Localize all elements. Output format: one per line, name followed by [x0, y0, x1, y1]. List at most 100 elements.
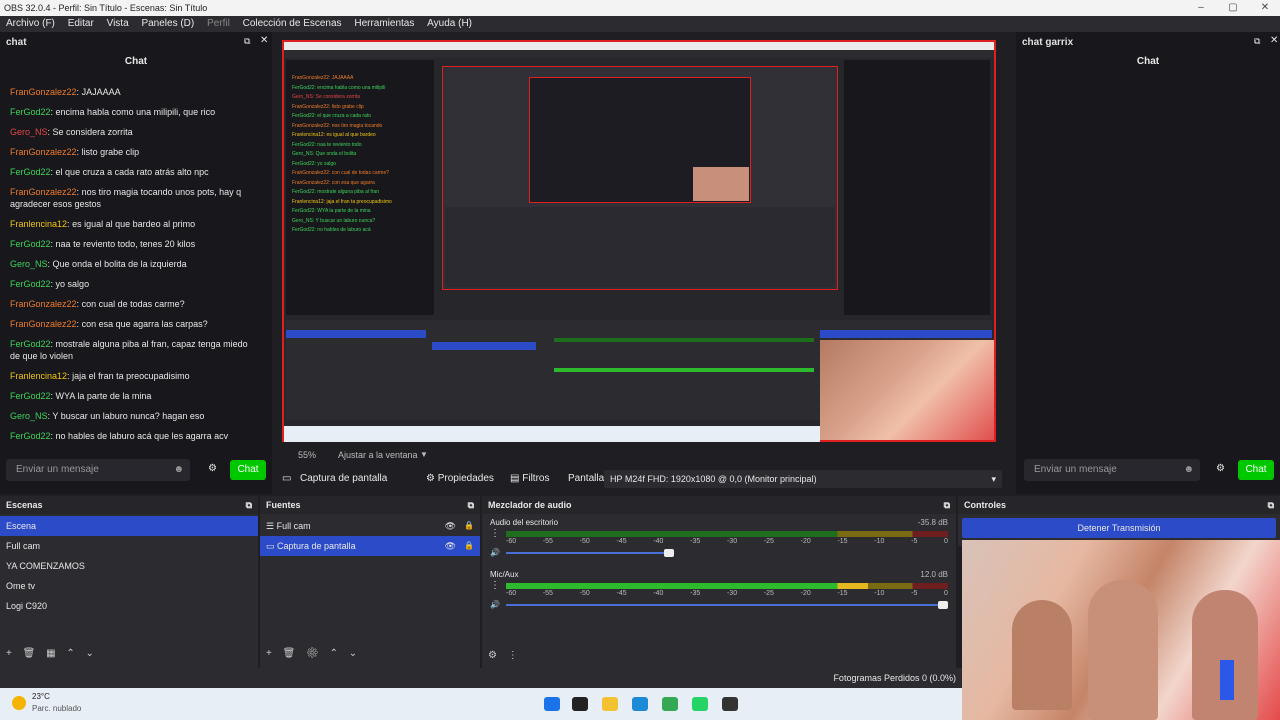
fit-to-window[interactable]: Ajustar a la ventana [338, 450, 418, 460]
move-up-icon[interactable]: ⌃ [66, 648, 74, 659]
chat-username[interactable]: FerGod22 [10, 391, 51, 401]
blue-lamp [1220, 660, 1234, 700]
menu-perfil[interactable]: Perfil [207, 18, 230, 29]
move-up-icon[interactable]: ⌃ [330, 648, 338, 659]
chat-username[interactable]: FerGod22 [10, 279, 51, 289]
edge-icon[interactable] [632, 697, 648, 711]
emote-icon[interactable]: ☻ [1183, 459, 1194, 481]
filter-icon[interactable]: ▦ [46, 648, 55, 659]
add-icon[interactable]: + [266, 648, 272, 659]
chat-settings-icon[interactable]: ⚙ [208, 463, 217, 474]
lock-icon[interactable]: 🔒 [464, 536, 474, 556]
close-dock-icon[interactable]: ✕ [1270, 35, 1278, 46]
chat-username[interactable]: FerGod22 [10, 431, 51, 441]
visibility-icon[interactable]: 👁 [445, 516, 456, 536]
menu-paneles[interactable]: Paneles (D) [141, 18, 194, 29]
left-chat-input[interactable]: Enviar un mensaje ☻ [6, 459, 190, 481]
scene-item[interactable]: Ome tv [0, 576, 258, 596]
volume-slider-knob[interactable] [938, 601, 948, 609]
float-icon[interactable]: ⧉ [944, 496, 950, 514]
task-view-icon[interactable] [572, 697, 588, 711]
menu-herramientas[interactable]: Herramientas [354, 18, 414, 29]
chat-username[interactable]: Gero_NS [10, 127, 48, 137]
volume-slider-knob[interactable] [663, 549, 674, 557]
right-chat-send-button[interactable]: Chat [1238, 460, 1274, 480]
chat-username[interactable]: FerGod22 [10, 167, 51, 177]
speaker-icon[interactable]: 🔊 [490, 548, 500, 557]
trash-icon[interactable]: 🗑 [23, 648, 36, 659]
float-icon[interactable]: ⧉ [244, 36, 250, 47]
maximize-icon[interactable]: ▢ [1218, 0, 1248, 16]
volume-slider[interactable] [506, 604, 948, 606]
obs-icon[interactable] [722, 697, 738, 711]
whatsapp-icon[interactable] [692, 697, 708, 711]
speaker-icon[interactable]: 🔊 [490, 600, 500, 609]
emote-icon[interactable]: ☻ [173, 459, 184, 481]
visibility-icon[interactable]: 👁 [445, 536, 456, 556]
weather-desc: Parc. nublado [32, 704, 82, 713]
float-icon[interactable]: ⧉ [468, 496, 474, 514]
move-down-icon[interactable]: ⌄ [349, 648, 357, 659]
add-icon[interactable]: + [6, 648, 12, 659]
meter-tick-label: -15 [837, 590, 848, 597]
chat-username[interactable]: Gero_NS [10, 259, 48, 269]
start-icon[interactable] [544, 697, 560, 711]
chat-username[interactable]: Franlencina12 [10, 371, 67, 381]
scene-item[interactable]: Full cam [0, 536, 258, 556]
source-item[interactable]: ▭ Captura de pantalla 👁 🔒 [260, 536, 480, 556]
right-chat-input[interactable]: Enviar un mensaje ☻ [1024, 459, 1200, 481]
move-down-icon[interactable]: ⌄ [86, 648, 94, 659]
chat-username[interactable]: FranGonzalez22 [10, 319, 77, 329]
trash-icon[interactable]: 🗑 [283, 648, 296, 659]
file-explorer-icon[interactable] [602, 697, 618, 711]
chat-message: FranGonzalez22: JAJAAAA [10, 86, 250, 98]
stop-stream-button[interactable]: Detener Transmisión [962, 518, 1276, 538]
channel-db: -35.8 dB [917, 518, 948, 527]
float-icon[interactable]: ⧉ [1254, 36, 1260, 47]
mixer-toolbar: ⚙ ⋮ [488, 650, 518, 661]
chat-username[interactable]: FerGod22 [10, 239, 51, 249]
scene-item[interactable]: Logi C920 [0, 596, 258, 616]
chat-username[interactable]: Gero_NS [10, 411, 48, 421]
preview-canvas[interactable]: FranGonzalez22: JAJAAAA FerGod22: encima… [282, 40, 996, 442]
meter-tick-label: -10 [874, 590, 885, 597]
chat-username[interactable]: FranGonzalez22 [10, 299, 77, 309]
close-dock-icon[interactable]: ✕ [260, 35, 268, 46]
chat-text: listo grabe clip [79, 147, 140, 157]
source-item[interactable]: ☰ Full cam 👁 🔒 [260, 516, 480, 536]
channel-menu-icon[interactable]: ⋮ [490, 580, 500, 591]
menu-editar[interactable]: Editar [68, 18, 94, 29]
minimize-icon[interactable]: – [1186, 0, 1216, 16]
float-icon[interactable]: ⧉ [1268, 496, 1274, 514]
screen-select[interactable]: HP M24f FHD: 1920x1080 @ 0,0 (Monitor pr… [604, 470, 1002, 488]
left-chat-send-button[interactable]: Chat [230, 460, 266, 480]
chrome-icon[interactable] [662, 697, 678, 711]
chat-username[interactable]: FranGonzalez22 [10, 87, 77, 97]
sources-dock: Fuentes ⧉ ☰ Full cam 👁 🔒 ▭ Captura de pantal… [260, 496, 480, 668]
menu-archivo[interactable]: Archivo (F) [6, 18, 55, 29]
chat-username[interactable]: FerGod22 [10, 339, 51, 349]
chat-username[interactable]: FranGonzalez22 [10, 187, 77, 197]
mixer-settings-icon[interactable]: ⚙ [488, 650, 497, 661]
scene-item[interactable]: Escena [0, 516, 258, 536]
gear-icon[interactable]: ⚙ [306, 648, 319, 659]
more-icon[interactable]: ⋮ [508, 650, 518, 661]
lock-icon[interactable]: 🔒 [464, 516, 474, 536]
chat-username[interactable]: FranGonzalez22 [10, 147, 77, 157]
properties-button[interactable]: ⚙ Propiedades [426, 468, 494, 490]
chat-settings-icon[interactable]: ⚙ [1216, 463, 1225, 474]
menu-coleccion[interactable]: Colección de Escenas [243, 18, 342, 29]
chat-username[interactable]: FerGod22 [10, 107, 51, 117]
fit-dropdown-icon[interactable]: ▼ [420, 450, 428, 459]
float-icon[interactable]: ⧉ [246, 496, 252, 514]
volume-slider[interactable] [506, 552, 674, 554]
chat-username[interactable]: Franlencina12 [10, 219, 67, 229]
scene-item[interactable]: YA COMENZAMOS [0, 556, 258, 576]
close-window-icon[interactable]: ✕ [1250, 0, 1280, 16]
filters-button[interactable]: ▤ Filtros [510, 468, 549, 490]
menu-ayuda[interactable]: Ayuda (H) [427, 18, 472, 29]
webcam-feed [962, 540, 1280, 720]
zoom-level[interactable]: 55% [298, 450, 316, 460]
menu-vista[interactable]: Vista [107, 18, 129, 29]
channel-menu-icon[interactable]: ⋮ [490, 528, 500, 539]
